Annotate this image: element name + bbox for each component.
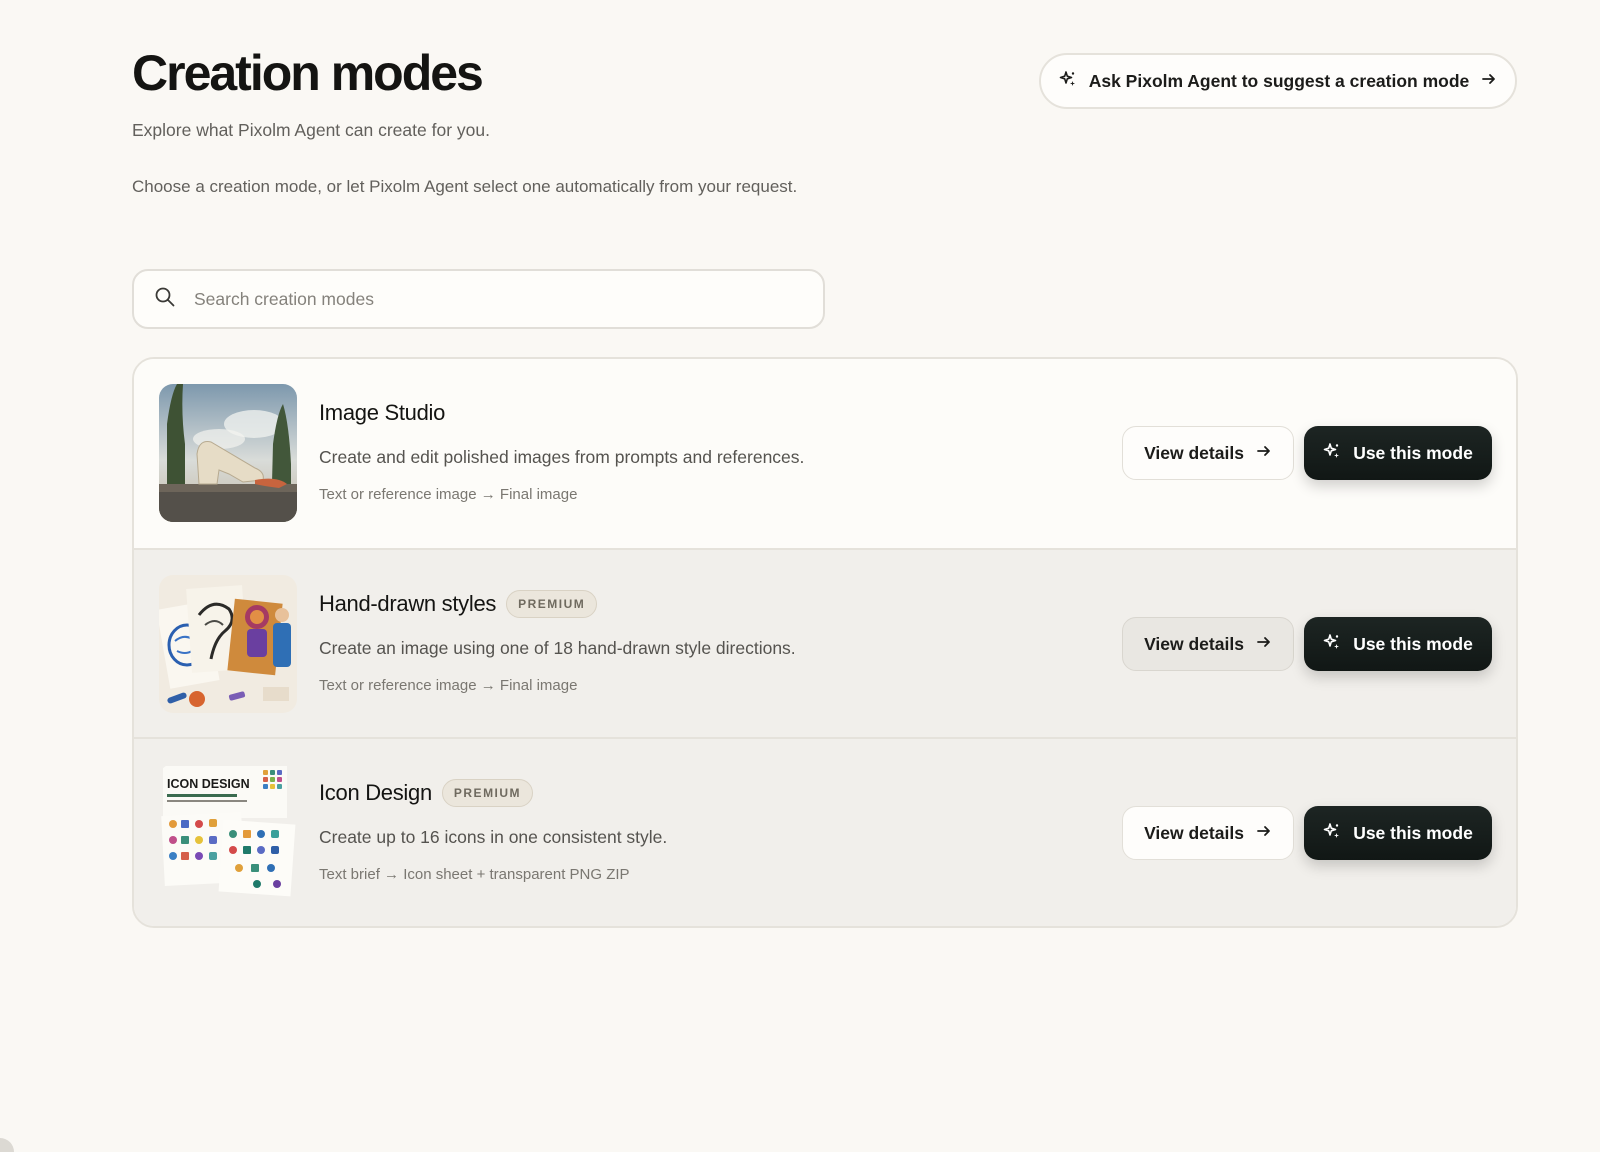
mode-description: Create up to 16 icons in one consistent … <box>319 827 668 847</box>
mode-info: Image Studio Create and edit polished im… <box>319 395 804 503</box>
view-details-label: View details <box>1144 822 1244 843</box>
sparkle-icon <box>1323 822 1341 845</box>
mode-row-hand-drawn-styles[interactable]: Hand-drawn styles PREMIUM Create an imag… <box>134 548 1516 737</box>
page-title: Creation modes <box>132 45 484 101</box>
view-details-button[interactable]: View details <box>1122 806 1294 860</box>
page-intro: Choose a creation mode, or let Pixolm Ag… <box>132 177 798 196</box>
icon-design-thumbnail-title: ICON DESIGN <box>167 777 250 791</box>
use-this-mode-button[interactable]: Use this mode <box>1304 617 1492 671</box>
search-icon <box>154 286 176 313</box>
premium-badge: PREMIUM <box>441 779 534 807</box>
mode-name: Icon Design <box>319 780 432 805</box>
creation-mode-list: Image Studio Create and edit polished im… <box>132 357 1518 928</box>
arrow-right-icon <box>1256 443 1272 464</box>
mode-title-row: Hand-drawn styles PREMIUM <box>319 586 796 622</box>
mode-title-row: Icon Design PREMIUM <box>319 775 667 811</box>
page-subtitle: Explore what Pixolm Agent can create for… <box>132 120 490 140</box>
arrow-right-icon <box>1481 71 1497 92</box>
arrow-right-icon <box>1256 634 1272 655</box>
use-this-mode-label: Use this mode <box>1353 633 1473 654</box>
creation-modes-page: Creation modes Explore what Pixolm Agent… <box>0 0 1600 1152</box>
mode-row-icon-design[interactable]: ICON DESIGN Icon Design PREMIUM Create u… <box>134 737 1516 926</box>
view-details-button[interactable]: View details <box>1122 426 1294 480</box>
sparkle-icon <box>1323 633 1341 656</box>
icon-design-thumbnail: ICON DESIGN <box>159 764 297 902</box>
mode-info: Icon Design PREMIUM Create up to 16 icon… <box>319 775 667 883</box>
sparkle-icon <box>1323 442 1341 465</box>
search-field[interactable] <box>132 269 825 329</box>
view-details-button[interactable]: View details <box>1122 617 1294 671</box>
arrow-right-icon <box>1256 823 1272 844</box>
sparkle-icon <box>1059 70 1077 93</box>
window-corner <box>0 1138 14 1152</box>
suggest-mode-button[interactable]: Ask Pixolm Agent to suggest a creation m… <box>1039 53 1517 109</box>
use-this-mode-button[interactable]: Use this mode <box>1304 806 1492 860</box>
use-this-mode-button[interactable]: Use this mode <box>1304 426 1492 480</box>
view-details-label: View details <box>1144 633 1244 654</box>
mode-io-flow: Text or reference image → Final image <box>319 677 578 694</box>
mode-name: Hand-drawn styles <box>319 591 497 616</box>
mode-io-flow: Text or reference image → Final image <box>319 486 578 503</box>
mode-info: Hand-drawn styles PREMIUM Create an imag… <box>319 586 796 694</box>
image-studio-thumbnail <box>159 384 297 522</box>
mode-description: Create an image using one of 18 hand-dra… <box>319 638 796 658</box>
mode-title-row: Image Studio <box>319 395 804 431</box>
search-input[interactable] <box>192 287 803 311</box>
hand-drawn-styles-thumbnail <box>159 575 297 713</box>
suggest-mode-label: Ask Pixolm Agent to suggest a creation m… <box>1088 70 1470 91</box>
premium-badge: PREMIUM <box>506 590 598 618</box>
use-this-mode-label: Use this mode <box>1353 822 1473 843</box>
mode-row-image-studio[interactable]: Image Studio Create and edit polished im… <box>134 359 1516 548</box>
mode-description: Create and edit polished images from pro… <box>319 447 805 467</box>
mode-name: Image Studio <box>319 400 446 425</box>
view-details-label: View details <box>1144 442 1244 463</box>
use-this-mode-label: Use this mode <box>1353 442 1473 463</box>
mode-io-flow: Text brief → Icon sheet + transparent PN… <box>319 866 630 883</box>
